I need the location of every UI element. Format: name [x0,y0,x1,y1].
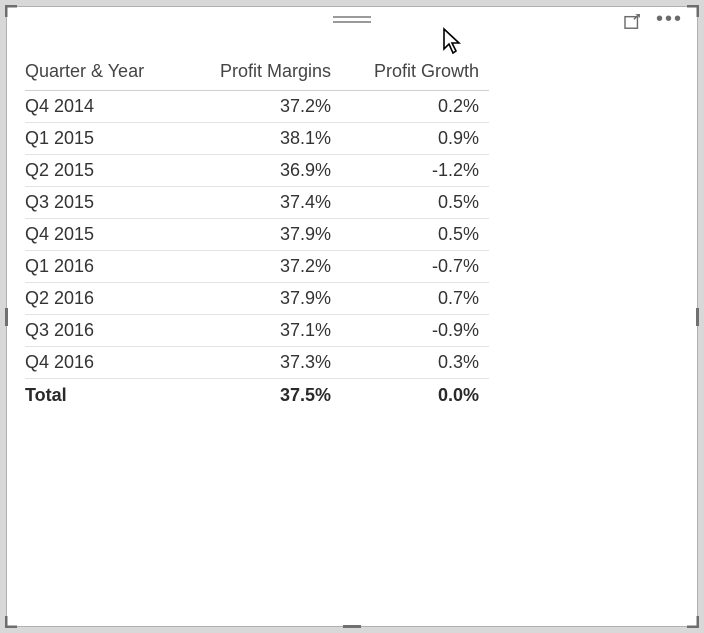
table-row[interactable]: Q3 2015 37.4% 0.5% [25,187,489,219]
data-table: Quarter & Year Profit Margins Profit Gro… [25,55,489,411]
cell-profit-growth: 0.3% [341,347,489,379]
table-body: Q4 2014 37.2% 0.2% Q1 2015 38.1% 0.9% Q2… [25,91,489,412]
total-profit-growth: 0.0% [341,379,489,412]
cell-quarter-year: Q4 2014 [25,91,193,123]
visual-container[interactable]: ••• Quarter & Year Profit Margins Profit… [6,6,698,627]
cell-quarter-year: Q1 2016 [25,251,193,283]
cell-profit-growth: 0.7% [341,283,489,315]
visual-header: ••• [7,7,697,33]
table-row[interactable]: Q1 2016 37.2% -0.7% [25,251,489,283]
table-row[interactable]: Q4 2015 37.9% 0.5% [25,219,489,251]
cell-quarter-year: Q2 2015 [25,155,193,187]
cell-profit-growth: -0.9% [341,315,489,347]
cell-profit-margins: 37.1% [193,315,341,347]
cell-quarter-year: Q3 2016 [25,315,193,347]
total-label: Total [25,379,193,412]
table-row[interactable]: Q4 2014 37.2% 0.2% [25,91,489,123]
cell-profit-growth: -1.2% [341,155,489,187]
cell-quarter-year: Q4 2016 [25,347,193,379]
selection-corner-bl[interactable] [5,612,21,628]
selection-edge-right[interactable] [696,308,699,326]
table-total-row: Total 37.5% 0.0% [25,379,489,412]
col-header-profit-margins[interactable]: Profit Margins [193,55,341,91]
cell-quarter-year: Q1 2015 [25,123,193,155]
col-header-profit-growth[interactable]: Profit Growth [341,55,489,91]
col-header-quarter-year[interactable]: Quarter & Year [25,55,193,91]
cell-profit-growth: 0.9% [341,123,489,155]
focus-mode-icon[interactable] [624,14,642,30]
cell-profit-margins: 38.1% [193,123,341,155]
cell-profit-margins: 37.2% [193,91,341,123]
cell-profit-margins: 37.9% [193,283,341,315]
table-row[interactable]: Q2 2015 36.9% -1.2% [25,155,489,187]
selection-corner-br[interactable] [683,612,699,628]
cell-profit-growth: 0.2% [341,91,489,123]
cell-quarter-year: Q4 2015 [25,219,193,251]
cell-profit-growth: -0.7% [341,251,489,283]
cell-profit-margins: 37.2% [193,251,341,283]
selection-edge-left[interactable] [5,308,8,326]
table-row[interactable]: Q3 2016 37.1% -0.9% [25,315,489,347]
table-header-row: Quarter & Year Profit Margins Profit Gro… [25,55,489,91]
more-options-icon[interactable]: ••• [656,16,683,28]
cell-quarter-year: Q2 2016 [25,283,193,315]
cell-profit-margins: 36.9% [193,155,341,187]
cell-quarter-year: Q3 2015 [25,187,193,219]
cell-profit-growth: 0.5% [341,187,489,219]
cell-profit-margins: 37.4% [193,187,341,219]
selection-edge-bottom[interactable] [343,625,361,628]
cell-profit-growth: 0.5% [341,219,489,251]
table-visual: Quarter & Year Profit Margins Profit Gro… [7,33,697,411]
drag-handle-icon[interactable] [333,16,371,23]
total-profit-margins: 37.5% [193,379,341,412]
table-row[interactable]: Q2 2016 37.9% 0.7% [25,283,489,315]
table-row[interactable]: Q4 2016 37.3% 0.3% [25,347,489,379]
table-row[interactable]: Q1 2015 38.1% 0.9% [25,123,489,155]
cell-profit-margins: 37.9% [193,219,341,251]
header-actions: ••• [624,14,683,30]
cell-profit-margins: 37.3% [193,347,341,379]
